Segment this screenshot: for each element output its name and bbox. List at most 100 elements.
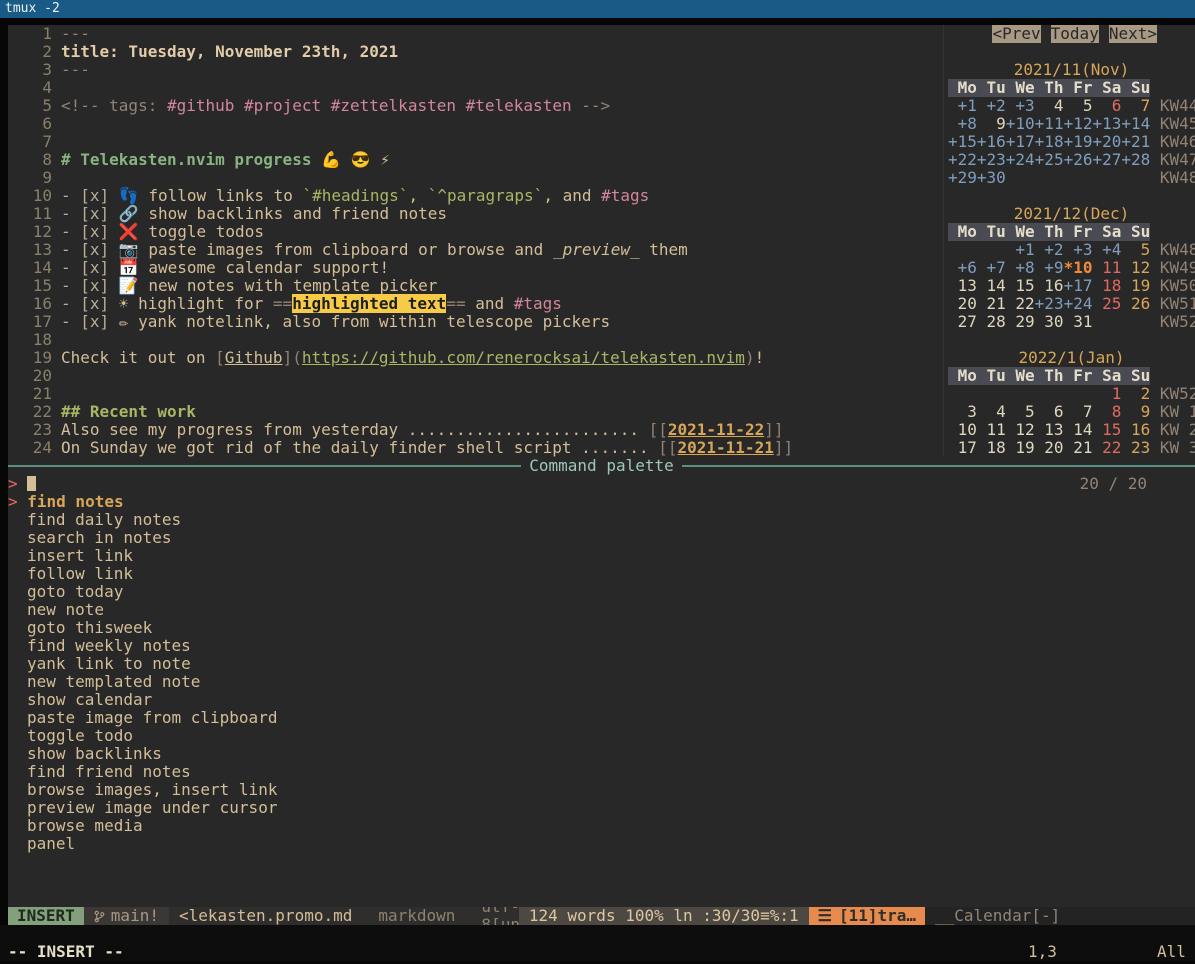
calendar-day[interactable]: 26 [1121, 295, 1150, 313]
calendar-day[interactable]: 13 [1035, 421, 1064, 439]
calendar-day[interactable]: 5 [1121, 241, 1150, 259]
calendar-day[interactable]: 19 [1121, 277, 1150, 295]
calendar-day[interactable]: 28 [977, 313, 1006, 331]
calendar-day[interactable]: +11 [1035, 115, 1064, 133]
palette-item[interactable]: goto thisweek [8, 619, 1195, 637]
calendar-day[interactable]: 5 [1006, 403, 1035, 421]
calendar-day[interactable]: 9 [1121, 403, 1150, 421]
calendar-day[interactable]: 22 [1092, 439, 1121, 457]
calendar-day[interactable]: 18 [1092, 277, 1121, 295]
palette-item[interactable]: find daily notes [8, 511, 1195, 529]
calendar-day[interactable]: +30 [977, 169, 1006, 187]
calendar-day[interactable]: 7 [1121, 97, 1150, 115]
editor-pane[interactable]: 1---2title: Tuesday, November 23th, 2021… [8, 25, 943, 457]
calendar-day[interactable]: 6 [1092, 97, 1121, 115]
calendar-day[interactable]: 30 [1035, 313, 1064, 331]
calendar-day[interactable]: +22 [948, 151, 977, 169]
palette-item[interactable]: panel [8, 835, 1195, 853]
calendar-day[interactable]: +28 [1121, 151, 1150, 169]
palette-item[interactable]: toggle todo [8, 727, 1195, 745]
calendar-day[interactable]: +18 [1035, 133, 1064, 151]
palette-item[interactable]: follow link [8, 565, 1195, 583]
calendar-day[interactable]: +25 [1035, 151, 1064, 169]
calendar-day[interactable]: +17 [1006, 133, 1035, 151]
calendar-day[interactable]: 11 [1092, 259, 1121, 277]
calendar-day[interactable]: +29 [948, 169, 977, 187]
calendar-day[interactable]: 23 [1121, 439, 1150, 457]
calendar-day[interactable]: +8 [1006, 259, 1035, 277]
calendar-day[interactable]: 12 [1121, 259, 1150, 277]
calendar-day[interactable]: 20 [1035, 439, 1064, 457]
calendar-day[interactable]: +7 [977, 259, 1006, 277]
calendar-day[interactable]: 11 [977, 421, 1006, 439]
calendar-day[interactable]: +1 [1006, 241, 1035, 259]
calendar-day[interactable]: 10 [948, 421, 977, 439]
calendar-day[interactable]: +9 [1035, 259, 1064, 277]
calendar-day[interactable]: +12 [1064, 115, 1093, 133]
calendar-day[interactable]: 7 [1064, 403, 1093, 421]
palette-item[interactable]: show calendar [8, 691, 1195, 709]
calendar-day[interactable]: 18 [977, 439, 1006, 457]
calendar-day[interactable]: 3 [948, 403, 977, 421]
calendar-day[interactable]: +3 [1006, 97, 1035, 115]
calendar-day[interactable]: 9 [977, 115, 1006, 133]
palette-item[interactable]: goto today [8, 583, 1195, 601]
calendar-day[interactable]: 8 [1092, 403, 1121, 421]
calendar-day[interactable]: +1 [948, 97, 977, 115]
palette-item[interactable]: show backlinks [8, 745, 1195, 763]
calendar-day[interactable]: 15 [1092, 421, 1121, 439]
calendar-day[interactable]: 4 [977, 403, 1006, 421]
palette-item[interactable]: preview image under cursor [8, 799, 1195, 817]
calendar-day[interactable]: 27 [948, 313, 977, 331]
calendar-day[interactable]: +6 [948, 259, 977, 277]
calendar-day[interactable]: +3 [1064, 241, 1093, 259]
palette-item[interactable]: search in notes [8, 529, 1195, 547]
calendar-day[interactable]: +23 [1035, 295, 1064, 313]
calendar-day[interactable]: 16 [1035, 277, 1064, 295]
calendar-day[interactable]: 4 [1035, 97, 1064, 115]
calendar-day[interactable]: 1 [1092, 385, 1121, 403]
calendar-day[interactable]: 16 [1121, 421, 1150, 439]
calendar-prev-button[interactable]: <Prev [992, 25, 1040, 43]
calendar-day[interactable]: 17 [948, 439, 977, 457]
palette-item[interactable]: paste image from clipboard [8, 709, 1195, 727]
calendar-day[interactable]: +14 [1121, 115, 1150, 133]
calendar-day[interactable]: +20 [1092, 133, 1121, 151]
calendar-day[interactable]: +10 [1006, 115, 1035, 133]
calendar-day[interactable]: 22 [1006, 295, 1035, 313]
calendar-day[interactable]: 15 [1006, 277, 1035, 295]
palette-item[interactable]: yank link to note [8, 655, 1195, 673]
calendar-day[interactable]: 31 [1064, 313, 1093, 331]
calendar-day[interactable]: 25 [1092, 295, 1121, 313]
command-line[interactable]: :lua require('telekasten').panel() [0, 925, 1195, 943]
calendar-day[interactable]: 2 [1121, 385, 1150, 403]
calendar-day[interactable]: *10 [1064, 259, 1093, 277]
calendar-day[interactable]: +16 [977, 133, 1006, 151]
calendar-day[interactable]: 21 [977, 295, 1006, 313]
palette-item[interactable]: new note [8, 601, 1195, 619]
palette-item[interactable]: find friend notes [8, 763, 1195, 781]
calendar-day[interactable]: +13 [1092, 115, 1121, 133]
calendar-day[interactable]: +2 [977, 97, 1006, 115]
palette-item[interactable]: new templated note [8, 673, 1195, 691]
calendar-day[interactable]: 29 [1006, 313, 1035, 331]
calendar-day[interactable]: +27 [1092, 151, 1121, 169]
calendar-day[interactable]: +21 [1121, 133, 1150, 151]
calendar-day[interactable]: 20 [948, 295, 977, 313]
palette-item[interactable]: insert link [8, 547, 1195, 565]
calendar-day[interactable]: 19 [1006, 439, 1035, 457]
calendar-next-button[interactable]: Next> [1109, 25, 1157, 43]
calendar-day[interactable]: 14 [1064, 421, 1093, 439]
palette-selected-item[interactable]: >find notes [8, 493, 1195, 511]
calendar-day[interactable]: +24 [1064, 295, 1093, 313]
calendar-day[interactable]: +17 [1064, 277, 1093, 295]
calendar-day[interactable]: +26 [1064, 151, 1093, 169]
calendar-day[interactable]: +2 [1035, 241, 1064, 259]
calendar-day[interactable]: +24 [1006, 151, 1035, 169]
calendar-day[interactable]: +8 [948, 115, 977, 133]
calendar-today-button[interactable]: Today [1051, 25, 1099, 43]
calendar-day[interactable]: 21 [1064, 439, 1093, 457]
calendar-day[interactable]: +23 [977, 151, 1006, 169]
calendar-day[interactable]: 13 [948, 277, 977, 295]
calendar-day[interactable]: 14 [977, 277, 1006, 295]
